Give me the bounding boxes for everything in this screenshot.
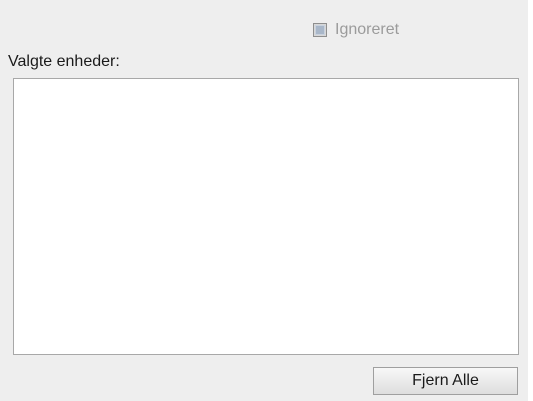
ignored-checkbox-label: Ignoreret: [335, 21, 400, 38]
ignored-checkbox-row[interactable]: Ignoreret: [313, 20, 399, 40]
ignored-checkbox[interactable]: [313, 23, 327, 37]
selected-units-label: Valgte enheder:: [8, 53, 120, 70]
selected-units-panel: Ignoreret Valgte enheder: Fjern Alle: [0, 0, 528, 401]
checkbox-fill: [315, 25, 325, 35]
remove-all-button[interactable]: Fjern Alle: [373, 367, 518, 395]
selected-units-list[interactable]: [13, 78, 519, 355]
